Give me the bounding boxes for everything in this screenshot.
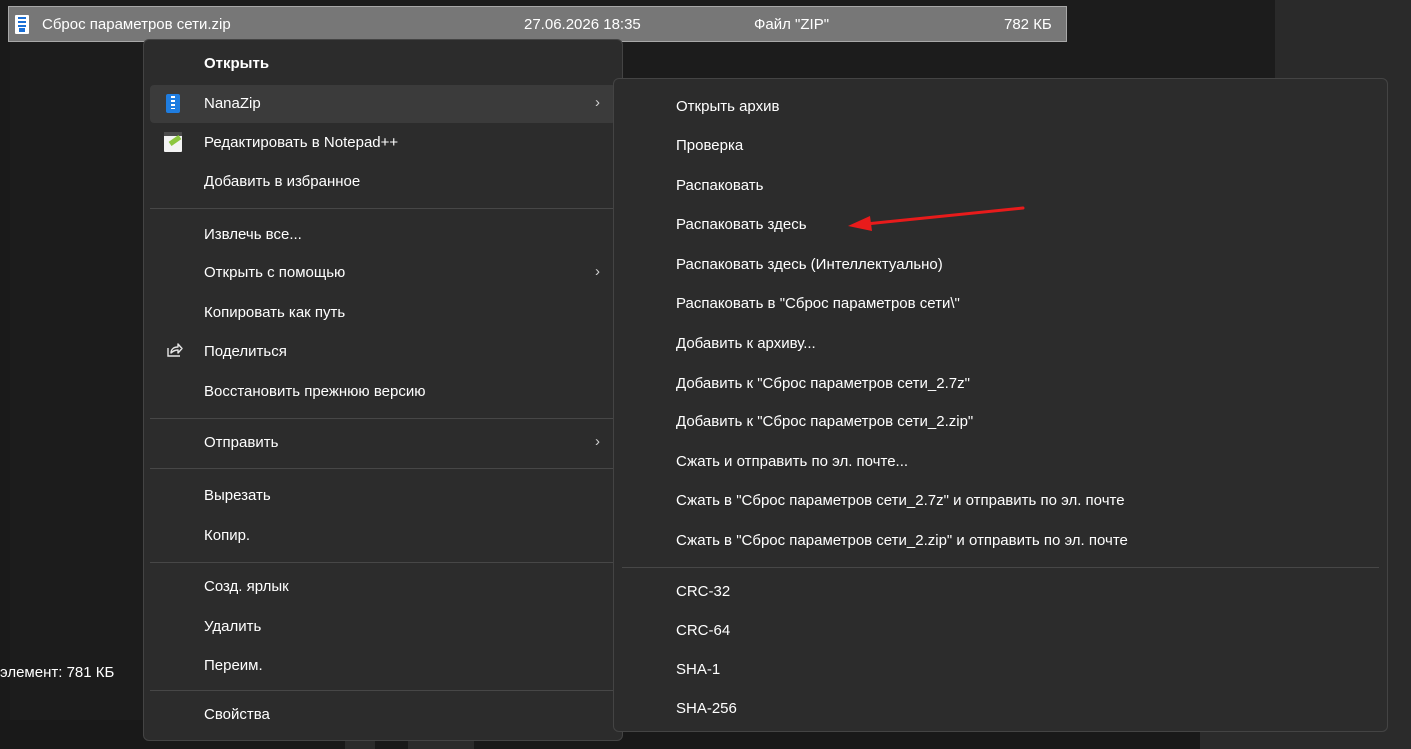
submenu-item-label: Сжать в "Сброс параметров сети_2.7z" и о… <box>676 492 1125 509</box>
menu-item-label: Вырезать <box>204 487 271 504</box>
annotation-arrow-icon <box>848 206 1025 231</box>
submenu-item-label: Проверка <box>676 137 744 154</box>
selected-file-row[interactable]: Сброс параметров сети.zip 27.06.2026 18:… <box>8 6 1067 42</box>
menu-item-add-favorites[interactable]: Добавить в избранное <box>150 163 616 201</box>
menu-item-send-to[interactable]: Отправить › <box>150 424 616 462</box>
menu-item-label: Добавить в избранное <box>204 173 361 190</box>
submenu-item-label: Распаковать в "Сброс параметров сети\" <box>676 295 960 312</box>
submenu-item-extract-here-smart[interactable]: Распаковать здесь (Интеллектуально) <box>620 246 1382 284</box>
menu-separator <box>150 562 616 563</box>
menu-item-copy-as-path[interactable]: Копировать как путь <box>150 294 616 332</box>
zip-file-icon <box>15 15 29 34</box>
submenu-item-compress-zip-and-email[interactable]: Сжать в "Сброс параметров сети_2.zip" и … <box>620 522 1382 560</box>
submenu-item-test[interactable]: Проверка <box>620 127 1382 165</box>
menu-item-rename[interactable]: Переим. <box>150 647 616 685</box>
menu-item-cut[interactable]: Вырезать <box>150 477 616 515</box>
menu-separator <box>150 468 616 469</box>
menu-item-copy[interactable]: Копир. <box>150 517 616 555</box>
submenu-item-label: Сжать и отправить по эл. почте... <box>676 453 909 470</box>
submenu-item-add-to-zip[interactable]: Добавить к "Сброс параметров сети_2.zip" <box>620 403 1382 441</box>
submenu-item-add-to-7z[interactable]: Добавить к "Сброс параметров сети_2.7z" <box>620 365 1382 403</box>
submenu-item-label: Распаковать <box>676 177 764 194</box>
submenu-item-label: SHA-1 <box>676 661 721 678</box>
file-name: Сброс параметров сети.zip <box>42 16 231 33</box>
nanazip-icon <box>166 94 180 113</box>
menu-item-label: Копировать как путь <box>204 304 346 321</box>
submenu-item-label: Распаковать здесь (Интеллектуально) <box>676 256 943 273</box>
navigation-pane <box>0 0 10 749</box>
submenu-separator <box>622 567 1379 568</box>
submenu-item-compress-and-email[interactable]: Сжать и отправить по эл. почте... <box>620 443 1382 481</box>
menu-item-open-with[interactable]: Открыть с помощью › <box>150 254 616 292</box>
file-type: Файл "ZIP" <box>754 16 830 33</box>
menu-item-label: Копир. <box>204 527 251 544</box>
submenu-item-label: Сжать в "Сброс параметров сети_2.zip" и … <box>676 532 1128 549</box>
status-bar-text: элемент: 781 КБ <box>0 664 115 681</box>
submenu-item-label: SHA-256 <box>676 700 737 717</box>
nanazip-submenu: Открыть архив Проверка Распаковать Распа… <box>613 78 1388 732</box>
submenu-item-label: Добавить к архиву... <box>676 335 816 352</box>
submenu-item-label: Добавить к "Сброс параметров сети_2.zip" <box>676 413 974 430</box>
submenu-item-label: Открыть архив <box>676 98 780 115</box>
menu-separator <box>150 208 616 209</box>
menu-item-label: Удалить <box>204 618 262 635</box>
menu-item-restore-previous[interactable]: Восстановить прежнюю версию <box>150 373 616 411</box>
submenu-item-sha256[interactable]: SHA-256 <box>620 690 1382 728</box>
menu-item-label: Созд. ярлык <box>204 578 289 595</box>
menu-separator <box>150 418 616 419</box>
menu-item-edit-notepad[interactable]: Редактировать в Notepad++ <box>150 124 616 162</box>
menu-item-share[interactable]: Поделиться <box>150 333 616 371</box>
menu-item-label: Отправить <box>204 434 279 451</box>
chevron-right-icon: › <box>595 433 600 450</box>
menu-item-extract-all[interactable]: Извлечь все... <box>150 216 616 254</box>
submenu-item-add-to-archive[interactable]: Добавить к архиву... <box>620 325 1382 363</box>
submenu-item-crc64[interactable]: CRC-64 <box>620 612 1382 650</box>
file-date: 27.06.2026 18:35 <box>524 16 641 33</box>
submenu-item-crc32[interactable]: CRC-32 <box>620 573 1382 611</box>
menu-item-open[interactable]: Открыть <box>150 45 616 83</box>
menu-item-label: Свойства <box>204 706 270 723</box>
submenu-item-open-archive[interactable]: Открыть архив <box>620 88 1382 126</box>
menu-separator <box>150 690 616 691</box>
chevron-right-icon: › <box>595 94 600 111</box>
submenu-item-compress-7z-and-email[interactable]: Сжать в "Сброс параметров сети_2.7z" и о… <box>620 482 1382 520</box>
chevron-right-icon: › <box>595 263 600 280</box>
menu-item-label: Восстановить прежнюю версию <box>204 383 426 400</box>
file-size: 782 КБ <box>1004 16 1052 33</box>
context-menu: Открыть NanaZip › Редактировать в Notepa… <box>143 39 623 741</box>
menu-item-label: Переим. <box>204 657 263 674</box>
notepad-plus-plus-icon <box>164 132 182 152</box>
submenu-item-sha1[interactable]: SHA-1 <box>620 651 1382 689</box>
menu-item-label: Открыть <box>204 55 270 72</box>
menu-item-label: Извлечь все... <box>204 226 302 243</box>
explorer-window: Сброс параметров сети.zip 27.06.2026 18:… <box>0 0 1411 749</box>
menu-item-delete[interactable]: Удалить <box>150 608 616 646</box>
share-icon <box>167 343 183 357</box>
menu-item-create-shortcut[interactable]: Созд. ярлык <box>150 568 616 606</box>
menu-item-label: Редактировать в Notepad++ <box>204 134 399 151</box>
submenu-item-label: Добавить к "Сброс параметров сети_2.7z" <box>676 375 970 392</box>
menu-item-nanazip[interactable]: NanaZip › <box>150 85 616 123</box>
menu-item-properties[interactable]: Свойства <box>150 696 616 734</box>
submenu-item-label: CRC-32 <box>676 583 731 600</box>
submenu-item-label: CRC-64 <box>676 622 731 639</box>
menu-item-label: NanaZip <box>204 95 261 112</box>
menu-item-label: Поделиться <box>204 343 287 360</box>
menu-item-label: Открыть с помощью <box>204 264 346 281</box>
submenu-item-label: Распаковать здесь <box>676 216 807 233</box>
submenu-item-extract-to-folder[interactable]: Распаковать в "Сброс параметров сети\" <box>620 285 1382 323</box>
